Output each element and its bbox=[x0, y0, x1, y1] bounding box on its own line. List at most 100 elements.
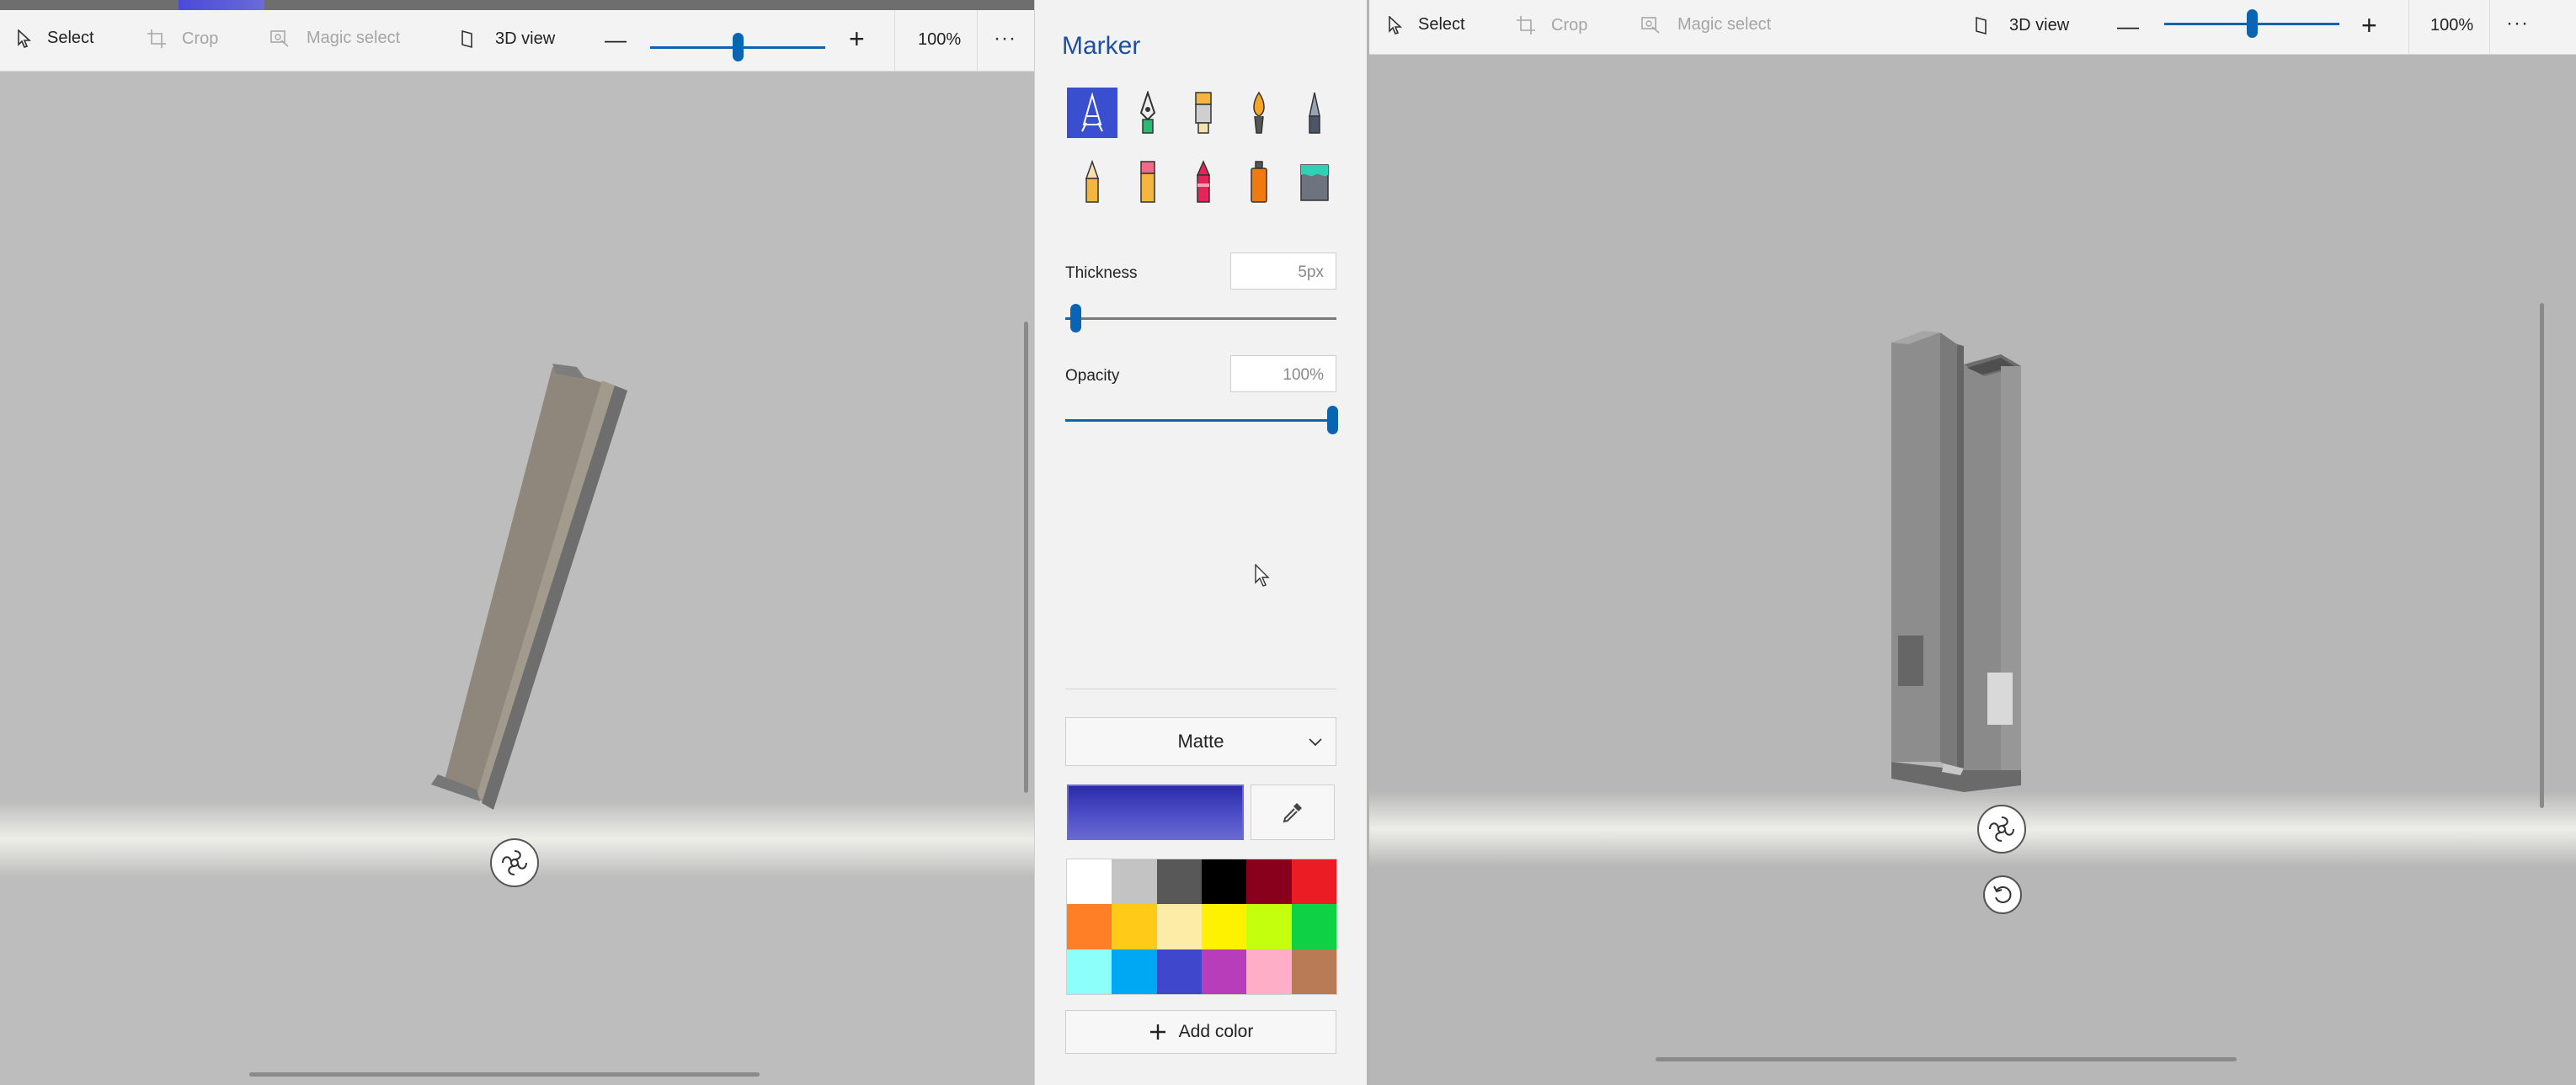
crop-tool[interactable]: Crop bbox=[147, 29, 218, 49]
chevron-down-icon bbox=[1309, 738, 1322, 747]
oil-brush-icon bbox=[1195, 92, 1212, 134]
color-swatch[interactable] bbox=[1291, 949, 1336, 994]
opacity-input[interactable]: 100% bbox=[1230, 355, 1336, 392]
opacity-slider-fill bbox=[1065, 419, 1336, 422]
magic-select-label: Magic select bbox=[307, 29, 401, 47]
opacity-slider[interactable] bbox=[1065, 419, 1336, 422]
horizontal-scrollbar[interactable] bbox=[249, 1072, 760, 1077]
color-swatch[interactable] bbox=[1246, 949, 1292, 994]
zoom-in-button[interactable]: + bbox=[2361, 10, 2377, 41]
plus-icon: + bbox=[2361, 10, 2377, 40]
color-swatch[interactable] bbox=[1246, 859, 1292, 905]
right-toolbar: Select Crop Magic select 3D view — + 100… bbox=[1369, 0, 2576, 55]
color-swatch[interactable] bbox=[1291, 904, 1336, 949]
brush-crayon[interactable] bbox=[1178, 157, 1229, 207]
spray-can-icon bbox=[1251, 161, 1267, 203]
reset-rotation-button[interactable] bbox=[1983, 875, 2022, 914]
zoom-slider-thumb[interactable] bbox=[733, 33, 744, 61]
select-tool[interactable]: Select bbox=[1388, 15, 1465, 35]
color-swatch[interactable] bbox=[1156, 949, 1202, 994]
more-options-button[interactable]: ··· bbox=[994, 27, 1016, 51]
calligraphy-pen-icon bbox=[1139, 91, 1156, 134]
left-canvas-pane[interactable]: Select Crop Magic select 3D view — + 100… bbox=[0, 10, 1034, 1085]
color-swatch[interactable] bbox=[1201, 859, 1247, 905]
3d-view-icon bbox=[461, 29, 472, 49]
eraser-icon bbox=[1140, 161, 1155, 203]
color-swatch[interactable] bbox=[1067, 949, 1112, 994]
add-color-label: Add color bbox=[1178, 1022, 1254, 1041]
zoom-out-button[interactable]: — bbox=[605, 27, 627, 53]
color-swatch[interactable] bbox=[1067, 904, 1112, 949]
orbit-icon bbox=[502, 850, 527, 875]
3d-view-label: 3D view bbox=[495, 29, 556, 48]
color-swatch[interactable] bbox=[1156, 859, 1202, 905]
right-canvas-pane[interactable]: Select Crop Magic select 3D view — + 100… bbox=[1369, 0, 2576, 1085]
fill-bucket-icon bbox=[1300, 164, 1329, 201]
current-color-preview[interactable] bbox=[1067, 784, 1244, 840]
vertical-scrollbar[interactable] bbox=[1024, 322, 1028, 793]
3d-object-plank[interactable] bbox=[404, 355, 648, 827]
more-options-button[interactable]: ··· bbox=[2506, 12, 2529, 35]
thickness-slider[interactable] bbox=[1065, 317, 1336, 320]
magic-select-tool[interactable]: Magic select bbox=[269, 29, 400, 48]
finish-dropdown[interactable]: Matte bbox=[1065, 717, 1336, 766]
3d-view-icon bbox=[1976, 16, 1987, 35]
brush-fill[interactable] bbox=[1289, 157, 1340, 207]
brush-watercolor[interactable] bbox=[1234, 88, 1284, 138]
zoom-in-button[interactable]: + bbox=[849, 24, 865, 55]
crop-tool[interactable]: Crop bbox=[1516, 15, 1587, 35]
color-swatch[interactable] bbox=[1112, 949, 1157, 994]
mouse-cursor-icon bbox=[1255, 564, 1270, 587]
add-color-button[interactable]: Add color bbox=[1065, 1010, 1336, 1054]
magic-select-tool[interactable]: Magic select bbox=[1640, 15, 1771, 35]
color-swatch[interactable] bbox=[1112, 904, 1157, 949]
select-tool[interactable]: Select bbox=[17, 29, 94, 48]
rotate-3d-control[interactable] bbox=[490, 838, 539, 887]
color-swatch[interactable] bbox=[1246, 904, 1292, 949]
cursor-icon bbox=[1389, 15, 1403, 35]
marker-icon bbox=[1081, 93, 1103, 132]
brush-pixel-pen[interactable] bbox=[1289, 88, 1340, 138]
brush-calligraphy-pen[interactable] bbox=[1123, 88, 1173, 138]
3d-object-column[interactable] bbox=[1883, 324, 2051, 795]
toolbar-separator bbox=[894, 10, 895, 71]
zoom-percent[interactable]: 100% bbox=[918, 30, 961, 50]
thickness-slider-thumb[interactable] bbox=[1070, 304, 1081, 332]
color-swatch[interactable] bbox=[1291, 859, 1336, 905]
brush-pencil[interactable] bbox=[1067, 157, 1117, 207]
select-label: Select bbox=[1418, 15, 1465, 34]
opacity-slider-thumb[interactable] bbox=[1327, 406, 1338, 434]
magic-select-label: Magic select bbox=[1677, 15, 1772, 34]
brush-eraser[interactable] bbox=[1123, 157, 1173, 207]
plus-icon: + bbox=[849, 24, 865, 54]
brush-marker[interactable] bbox=[1067, 88, 1117, 138]
3d-view-label: 3D view bbox=[2009, 15, 2070, 35]
color-swatch[interactable] bbox=[1112, 859, 1157, 905]
brush-oil[interactable] bbox=[1178, 88, 1229, 138]
toolbar-separator bbox=[977, 10, 978, 71]
view-3d-toggle[interactable]: 3D view bbox=[460, 29, 555, 49]
ground-plane bbox=[1369, 791, 2576, 867]
zoom-slider-thumb[interactable] bbox=[2247, 9, 2258, 38]
color-palette bbox=[1066, 859, 1337, 995]
zoom-out-button[interactable]: — bbox=[2117, 13, 2139, 40]
color-swatch[interactable] bbox=[1067, 859, 1112, 905]
color-swatch[interactable] bbox=[1156, 904, 1202, 949]
thickness-input[interactable]: 5px bbox=[1230, 253, 1336, 290]
panel-title: Marker bbox=[1062, 32, 1141, 60]
vertical-scrollbar[interactable] bbox=[2540, 303, 2544, 808]
brush-spray-can[interactable] bbox=[1234, 157, 1284, 207]
eyedropper-button[interactable] bbox=[1251, 784, 1335, 840]
color-swatch[interactable] bbox=[1201, 949, 1247, 994]
toolbar-separator bbox=[2408, 0, 2409, 54]
brush-panel: Marker Thickness 5px Opacity 100% Matte … bbox=[1034, 0, 1367, 1085]
color-swatch[interactable] bbox=[1201, 904, 1247, 949]
horizontal-scrollbar[interactable] bbox=[1656, 1057, 2237, 1061]
minus-icon: — bbox=[605, 27, 627, 52]
view-3d-toggle[interactable]: 3D view bbox=[1974, 15, 2069, 35]
rotate-3d-control[interactable] bbox=[1977, 805, 2026, 854]
pixel-pen-icon bbox=[1309, 92, 1320, 134]
zoom-percent[interactable]: 100% bbox=[2430, 16, 2473, 35]
select-label: Select bbox=[47, 29, 94, 47]
toolbar-separator bbox=[2489, 0, 2490, 54]
